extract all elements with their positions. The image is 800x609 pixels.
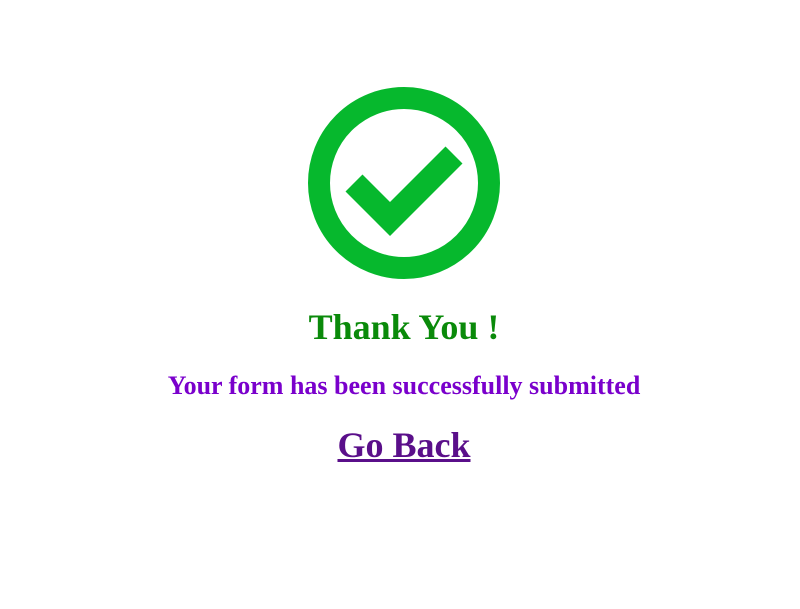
thank-you-heading: Thank You ! [308,307,500,347]
check-circle-ring [308,87,500,279]
success-message: Your form has been successfully submitte… [167,371,641,400]
go-back-container: Go Back [0,424,800,466]
check-mark [345,146,463,236]
confirmation-page: Thank You ! Your form has been successfu… [0,0,800,609]
check-circle-icon [308,87,500,279]
go-back-link[interactable]: Go Back [337,425,470,465]
